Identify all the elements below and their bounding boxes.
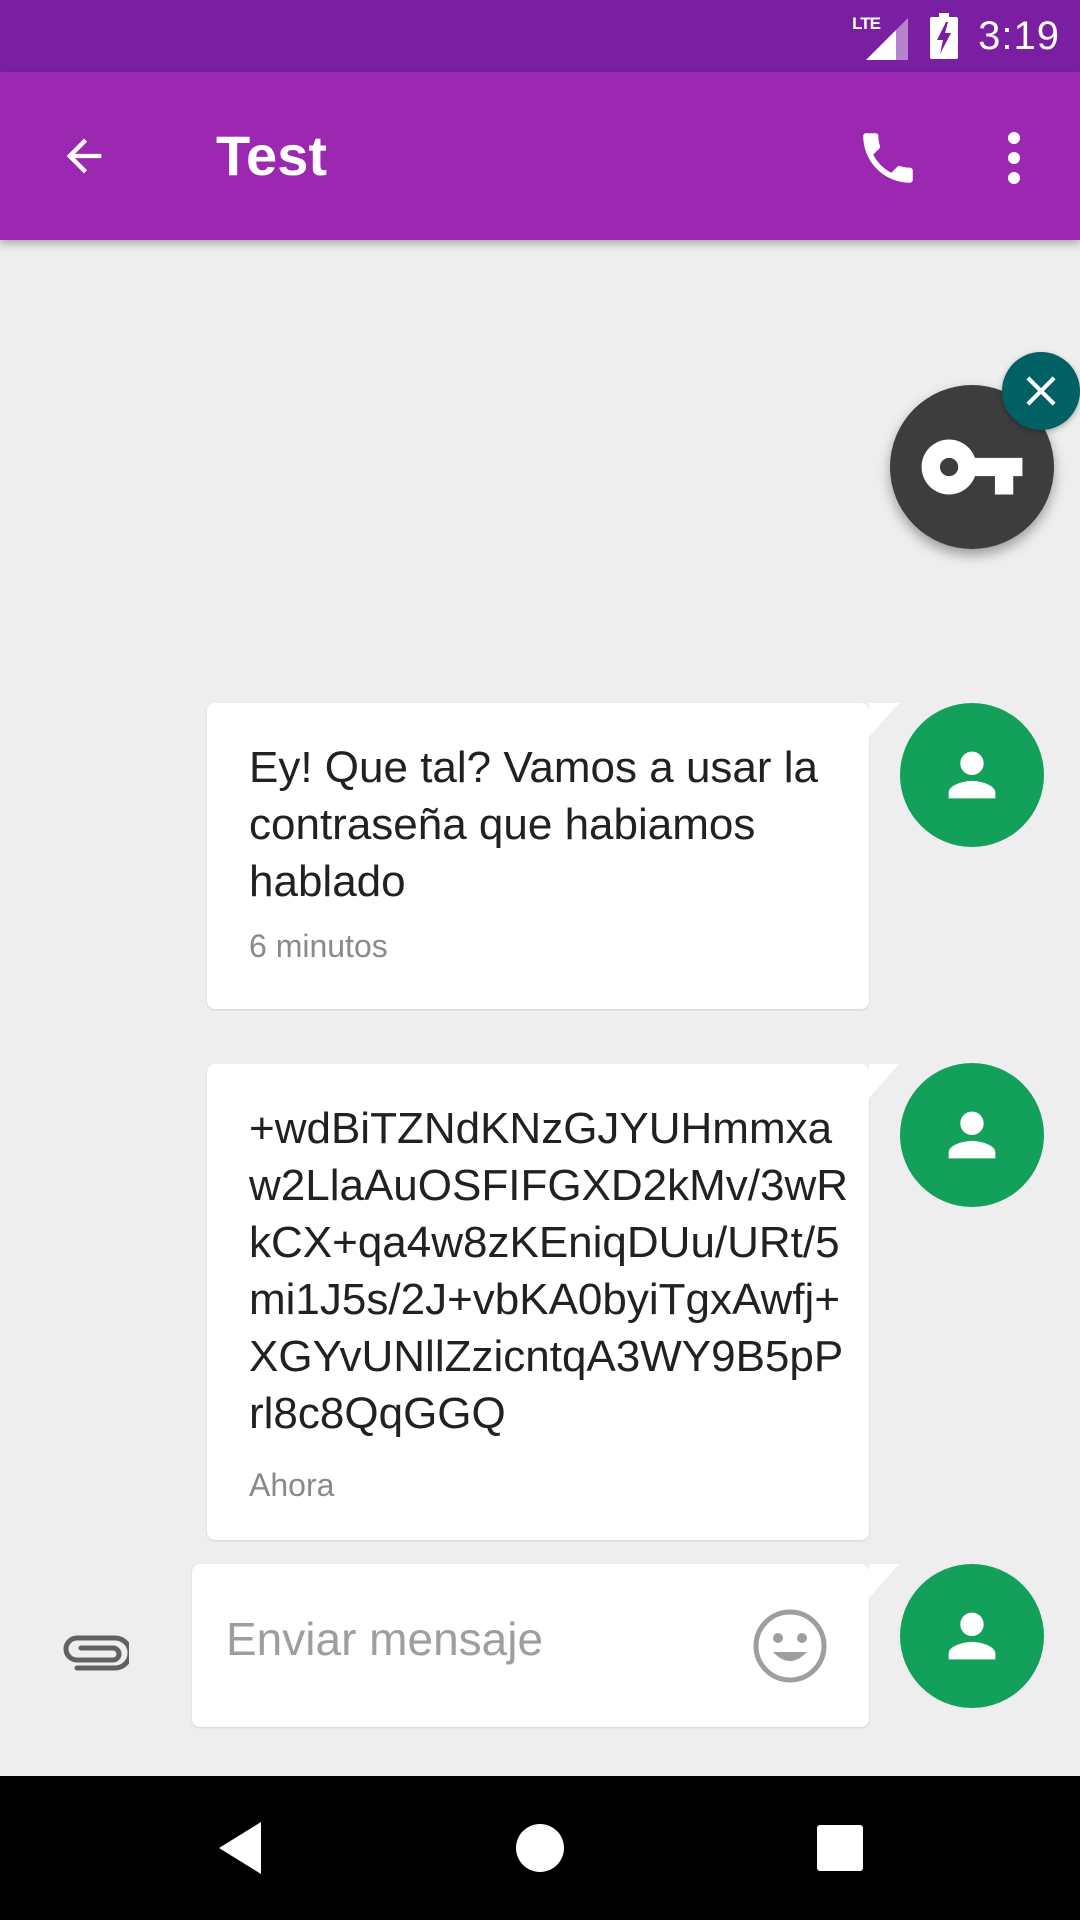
message-text: +wdBiTZNdKNzGJYUHmmxaw2LlaAuOSFIFGXD2kMv… [249, 1104, 849, 1438]
contact-avatar[interactable] [900, 703, 1044, 847]
signal-indicator: LTE [852, 12, 909, 60]
message-text: Ey! Que tal? Vamos a usar la contraseña … [249, 743, 819, 906]
messaging-screen: LTE 3:19 Test Ey! Que tal? Vamos a usar … [0, 0, 1080, 1920]
overflow-menu-button[interactable] [984, 116, 1044, 200]
emoji-button[interactable] [750, 1606, 830, 1686]
nav-home-icon [516, 1824, 564, 1872]
attach-button[interactable] [56, 1612, 136, 1692]
bubble-tail [869, 1564, 899, 1598]
message-bubble[interactable]: +wdBiTZNdKNzGJYUHmmxaw2LlaAuOSFIFGXD2kMv… [207, 1064, 899, 1540]
nav-back-icon [219, 1822, 261, 1874]
sender-avatar[interactable] [900, 1564, 1044, 1708]
person-icon [948, 1111, 996, 1159]
signal-icon [866, 18, 909, 60]
compose-box [192, 1564, 899, 1727]
close-icon [1026, 376, 1056, 406]
bubble-tail [869, 703, 899, 737]
close-bubble-button[interactable] [1002, 352, 1080, 430]
nav-home-button[interactable] [500, 1808, 580, 1888]
emoji-icon [753, 1609, 827, 1683]
battery-charging-icon [930, 13, 959, 59]
status-time: 3:19 [978, 13, 1060, 58]
bubble-tail [869, 1064, 899, 1098]
nav-recents-button[interactable] [800, 1808, 880, 1888]
overflow-menu-icon [1008, 132, 1020, 184]
conversation-title: Test [216, 124, 327, 187]
back-arrow-icon [66, 138, 102, 174]
navigation-bar [0, 1776, 1080, 1920]
message-timestamp: Ahora [249, 1467, 335, 1503]
person-icon [948, 1612, 996, 1660]
person-icon [948, 751, 996, 799]
message-timestamp: 6 minutos [249, 928, 388, 964]
paperclip-icon [63, 1635, 129, 1671]
app-bar: Test [0, 72, 1080, 240]
phone-icon [863, 133, 913, 183]
message-input[interactable] [226, 1604, 706, 1674]
status-bar: LTE 3:19 [0, 0, 1080, 72]
message-bubble[interactable]: Ey! Que tal? Vamos a usar la contraseña … [207, 703, 899, 1009]
contact-avatar[interactable] [900, 1063, 1044, 1207]
battery-indicator [930, 13, 959, 59]
key-icon [921, 439, 1023, 495]
call-button[interactable] [846, 116, 930, 200]
nav-recents-icon [817, 1825, 863, 1871]
back-button[interactable] [44, 116, 124, 196]
status-icons: LTE 3:19 [852, 0, 1060, 72]
nav-back-button[interactable] [200, 1808, 280, 1888]
